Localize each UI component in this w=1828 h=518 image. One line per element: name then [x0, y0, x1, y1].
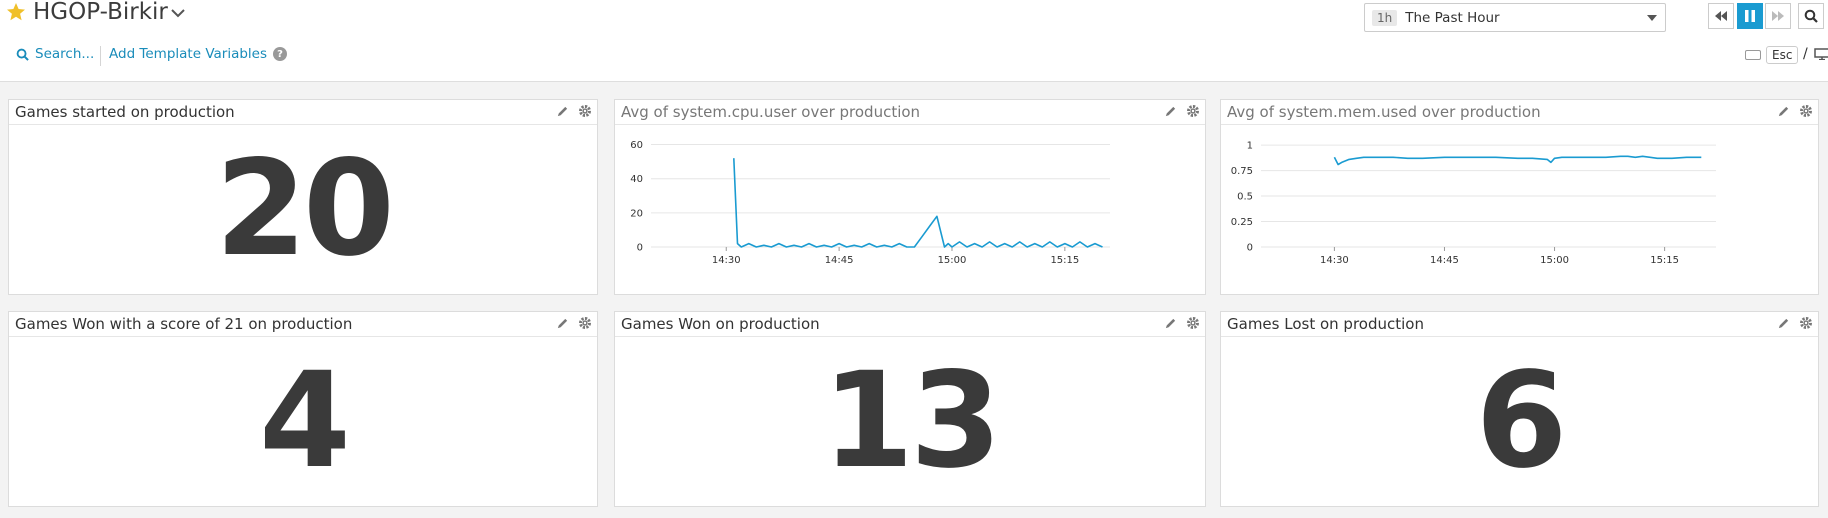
y-tick-label: 20 — [630, 208, 643, 219]
widget-cpu-user: Avg of system.cpu.user over production 0… — [614, 99, 1206, 295]
widget-title: Games Lost on production — [1227, 315, 1424, 333]
gear-icon[interactable] — [1186, 316, 1200, 330]
x-tick-label: 15:00 — [938, 255, 967, 266]
template-vars-label: Add Template Variables — [109, 46, 268, 62]
y-tick-label: 0 — [637, 243, 643, 254]
search-link[interactable]: Search... — [16, 46, 94, 62]
widget-title: Avg of system.mem.used over production — [1227, 103, 1541, 121]
pause-button[interactable] — [1737, 3, 1763, 29]
divider — [100, 46, 101, 66]
search-icon — [16, 48, 29, 61]
series-line — [733, 158, 1103, 248]
slash-separator: / — [1803, 46, 1808, 62]
edit-pencil-icon[interactable] — [1777, 105, 1790, 118]
x-tick-label: 14:30 — [1320, 255, 1349, 266]
keyboard-icon[interactable] — [1745, 50, 1761, 60]
dashboard-header: HGOP-Birkir Search... Add Template Varia… — [0, 0, 1828, 82]
search-label: Search... — [35, 46, 95, 62]
mem-line-chart: 0 0.25 0.5 0.75 1 14:30 14:45 15:00 15:15 — [1231, 141, 1716, 266]
y-tick-label: 0.75 — [1231, 166, 1253, 177]
query-value: 13 — [822, 344, 1002, 498]
dropdown-caret-icon — [1647, 14, 1657, 21]
fast-forward-icon — [1772, 11, 1784, 21]
widget-title: Games started on production — [15, 103, 235, 121]
widget-header: Games Won with a score of 21 on producti… — [9, 312, 597, 337]
gear-icon[interactable] — [578, 104, 592, 118]
widget-header: Avg of system.mem.used over production — [1221, 100, 1818, 125]
add-template-variables-link[interactable]: Add Template Variables ? — [109, 46, 288, 62]
widget-title: Games Won on production — [621, 315, 820, 333]
dashboard-title[interactable]: HGOP-Birkir — [33, 0, 168, 27]
x-tick-label: 15:15 — [1050, 255, 1079, 266]
gear-icon[interactable] — [1799, 104, 1813, 118]
y-tick-label: 0.25 — [1231, 217, 1253, 228]
edit-pencil-icon[interactable] — [556, 105, 569, 118]
timeframe-select[interactable]: 1h The Past Hour — [1364, 3, 1666, 32]
help-icon[interactable]: ? — [273, 47, 288, 61]
query-value: 4 — [259, 344, 351, 498]
zoom-search-button[interactable] — [1798, 3, 1824, 29]
x-tick-label: 15:15 — [1650, 255, 1679, 266]
edit-pencil-icon[interactable] — [1164, 105, 1177, 118]
widget-mem-used: Avg of system.mem.used over production 0… — [1220, 99, 1819, 295]
widget-header: Games started on production — [9, 100, 597, 125]
fast-forward-button[interactable] — [1765, 3, 1791, 29]
y-tick-label: 60 — [630, 140, 643, 151]
timeframe-badge: 1h — [1372, 9, 1398, 26]
widget-title: Games Won with a score of 21 on producti… — [15, 315, 353, 333]
edit-pencil-icon[interactable] — [1777, 317, 1790, 330]
edit-pencil-icon[interactable] — [1164, 317, 1177, 330]
widget-games-lost: Games Lost on production 6 — [1220, 311, 1819, 507]
widget-games-started: Games started on production 20 — [8, 99, 598, 295]
rewind-button[interactable] — [1708, 3, 1734, 29]
x-tick-label: 14:45 — [1430, 255, 1459, 266]
chevron-down-icon[interactable] — [170, 5, 186, 21]
widget-title: Avg of system.cpu.user over production — [621, 103, 921, 121]
x-tick-label: 14:45 — [825, 255, 854, 266]
esc-key-badge[interactable]: Esc — [1766, 46, 1799, 64]
series-line — [1333, 155, 1702, 166]
rewind-icon — [1715, 11, 1727, 21]
widget-games-won-21: Games Won with a score of 21 on producti… — [8, 311, 598, 507]
favorite-star-icon[interactable] — [6, 2, 26, 22]
widget-header: Avg of system.cpu.user over production — [615, 100, 1205, 125]
x-tick-label: 15:00 — [1540, 255, 1569, 266]
gear-icon[interactable] — [578, 316, 592, 330]
query-value: 6 — [1475, 344, 1568, 498]
widget-header: Games Won on production — [615, 312, 1205, 337]
pause-icon — [1745, 10, 1755, 22]
edit-pencil-icon[interactable] — [556, 317, 569, 330]
widget-games-won: Games Won on production 13 — [614, 311, 1206, 507]
cpu-line-chart: 0 20 40 60 14:30 14:45 15:00 15:15 — [630, 140, 1110, 266]
y-tick-label: 0 — [1247, 243, 1253, 254]
tv-mode-icon[interactable] — [1814, 48, 1828, 60]
y-tick-label: 0.5 — [1237, 192, 1253, 203]
query-value: 20 — [215, 132, 395, 286]
x-tick-label: 14:30 — [712, 255, 741, 266]
widget-header: Games Lost on production — [1221, 312, 1818, 337]
gear-icon[interactable] — [1799, 316, 1813, 330]
magnifier-icon — [1804, 9, 1818, 23]
timeframe-label: The Past Hour — [1405, 9, 1500, 26]
y-tick-label: 40 — [630, 174, 643, 185]
gear-icon[interactable] — [1186, 104, 1200, 118]
y-tick-label: 1 — [1247, 141, 1253, 152]
